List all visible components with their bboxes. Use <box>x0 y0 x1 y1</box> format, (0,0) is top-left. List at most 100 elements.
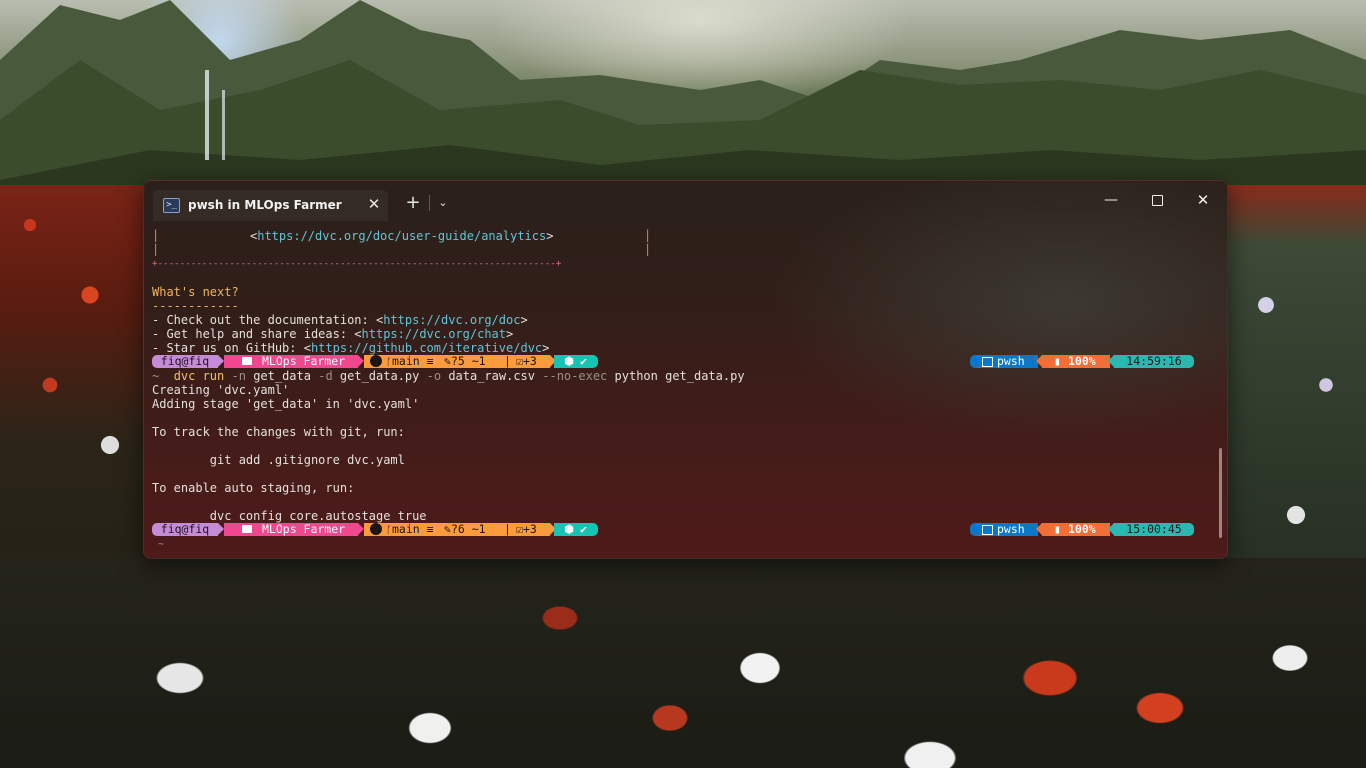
git-staged: ☑+3 <box>516 522 537 536</box>
git-separator: | <box>504 354 511 368</box>
next-github-text: - Star us on GitHub: < <box>152 341 311 355</box>
output-line: Adding stage 'get_data' in 'dvc.yaml' <box>152 397 420 411</box>
terminal-icon <box>982 357 993 367</box>
doc-link[interactable]: https://dvc.org/doc <box>383 313 520 327</box>
prompt-folder-segment: MLOps Farmer <box>224 355 358 368</box>
box-bottom-border: +---------------------------------------… <box>152 258 562 269</box>
folder-icon <box>242 525 252 533</box>
analytics-line: <https://dvc.org/doc/user-guide/analytic… <box>250 229 553 243</box>
title-bar[interactable]: >_ pwsh in MLOps Farmer ✕ + ⌄ — ✕ <box>144 181 1227 221</box>
prompt-user-segment: fiq@fiq <box>152 523 218 536</box>
segment-separator <box>1036 355 1042 367</box>
whats-next-underline: ------------ <box>152 299 239 313</box>
next-chat-line: - Get help and share ideas: <https://dvc… <box>152 327 513 341</box>
git-staged: ☑+3 <box>516 354 537 368</box>
prompt-battery-segment: ▮ 100% <box>1042 523 1110 536</box>
check-icon: ✔ <box>580 354 587 368</box>
tab-pwsh[interactable]: >_ pwsh in MLOps Farmer ✕ <box>153 190 388 221</box>
prompt-time-segment: 15:00:45 <box>1114 523 1194 536</box>
git-separator: | <box>504 522 511 536</box>
next-doc-line: - Check out the documentation: <https://… <box>152 313 528 327</box>
prompt-line-2: fiq@fiq MLOps Farmer ᚴmain ≡ ✎?6 ~1 | ☑+3 … <box>152 523 1212 537</box>
prompt-folder-segment: MLOps Farmer <box>224 523 358 536</box>
git-branch-label: ᚴmain ≡ <box>386 522 441 537</box>
box-left-border: | <box>152 242 160 256</box>
prompt-line-1: fiq@fiq MLOps Farmer ᚴmain ≡ ✎?5 ~1 | ☑+3 … <box>152 355 1212 369</box>
output-line: git add .gitignore dvc.yaml <box>152 453 405 467</box>
prompt-folder-name: MLOps Farmer <box>262 522 346 536</box>
prompt-git-segment: ᚴmain ≡ ✎?6 ~1 | ☑+3 <box>364 523 550 536</box>
node-icon: ⬢ <box>564 522 575 536</box>
box-right-border: | <box>644 228 652 242</box>
shell-name: pwsh <box>997 522 1025 536</box>
terminal-output[interactable]: | | | | <https://dvc.org/doc/user-guide/… <box>152 228 1212 553</box>
whats-next-heading: What's next? <box>152 285 239 299</box>
prompt-git-segment: ᚴmain ≡ ✎?5 ~1 | ☑+3 <box>364 355 550 368</box>
terminal-window: >_ pwsh in MLOps Farmer ✕ + ⌄ — ✕ | | | … <box>143 180 1228 559</box>
command-name: dvc run <box>173 369 225 383</box>
prompt-node-segment: ⬢ ✔ <box>554 355 598 368</box>
github-icon <box>370 355 382 367</box>
box-left-border: | <box>152 228 160 242</box>
prompt-tilde: ~ <box>158 539 165 550</box>
bracket-close: > <box>520 313 528 327</box>
tab-dropdown-button[interactable]: ⌄ <box>435 194 451 212</box>
powershell-icon: >_ <box>163 198 180 213</box>
shell-name: pwsh <box>997 354 1025 368</box>
maximize-button[interactable] <box>1143 189 1171 211</box>
tab-separator <box>429 195 430 211</box>
command-rest: python get_data.py <box>614 369 745 383</box>
bracket-close: > <box>546 229 554 243</box>
chat-link[interactable]: https://dvc.org/chat <box>362 327 507 341</box>
analytics-link[interactable]: https://dvc.org/doc/user-guide/analytics <box>257 229 546 243</box>
box-right-border: | <box>644 242 652 256</box>
git-changes: ✎?5 ~1 <box>444 354 486 368</box>
battery-level: 100% <box>1068 354 1096 368</box>
output-line: dvc config core.autostage true <box>152 509 427 523</box>
wallpaper-flowers-bottom <box>0 558 1366 768</box>
bracket-close: > <box>506 327 514 341</box>
arg-o: data_raw.csv <box>448 369 536 383</box>
prompt-node-segment: ⬢ ✔ <box>554 523 598 536</box>
prompt-shell-segment: pwsh <box>970 355 1038 368</box>
segment-separator <box>1108 523 1114 535</box>
github-link[interactable]: https://github.com/iterative/dvc <box>311 341 542 355</box>
output-line: Creating 'dvc.yaml' <box>152 383 290 397</box>
check-icon: ✔ <box>580 522 587 536</box>
flag-d: -d <box>318 369 333 383</box>
output-line: To track the changes with git, run: <box>152 425 405 439</box>
bracket-close: > <box>542 341 550 355</box>
node-icon: ⬢ <box>564 354 575 368</box>
battery-icon: ▮ <box>1054 354 1061 368</box>
segment-separator <box>1108 355 1114 367</box>
prompt-battery-segment: ▮ 100% <box>1042 355 1110 368</box>
arg-n: get_data <box>253 369 311 383</box>
battery-level: 100% <box>1068 522 1096 536</box>
folder-icon <box>242 357 252 365</box>
flag-no-exec: --no-exec <box>542 369 608 383</box>
git-branch-label: ᚴmain ≡ <box>386 354 441 369</box>
next-doc-text: - Check out the documentation: < <box>152 313 384 327</box>
git-changes: ✎?6 ~1 <box>444 522 486 536</box>
next-github-line: - Star us on GitHub: <https://github.com… <box>152 341 549 355</box>
command-line: ~ dvc run -n get_data -d get_data.py -o … <box>152 369 745 383</box>
prompt-user-segment: fiq@fiq <box>152 355 218 368</box>
segment-separator <box>1036 523 1042 535</box>
tab-title: pwsh in MLOps Farmer <box>188 198 342 212</box>
prompt-shell-segment: pwsh <box>970 523 1038 536</box>
next-chat-text: - Get help and share ideas: < <box>152 327 362 341</box>
window-close-button[interactable]: ✕ <box>1189 189 1217 211</box>
tab-close-button[interactable]: ✕ <box>365 195 383 213</box>
battery-icon: ▮ <box>1054 522 1061 536</box>
new-tab-button[interactable]: + <box>404 193 422 213</box>
flag-o: -o <box>426 369 442 383</box>
flag-n: -n <box>231 369 246 383</box>
github-icon <box>370 523 382 535</box>
output-line: To enable auto staging, run: <box>152 481 355 495</box>
prompt-tilde: ~ <box>152 369 160 383</box>
minimize-button[interactable]: — <box>1097 189 1125 211</box>
arg-d: get_data.py <box>339 369 420 383</box>
terminal-icon <box>982 525 993 535</box>
prompt-folder-name: MLOps Farmer <box>262 354 346 368</box>
scrollbar-thumb[interactable] <box>1219 448 1222 538</box>
